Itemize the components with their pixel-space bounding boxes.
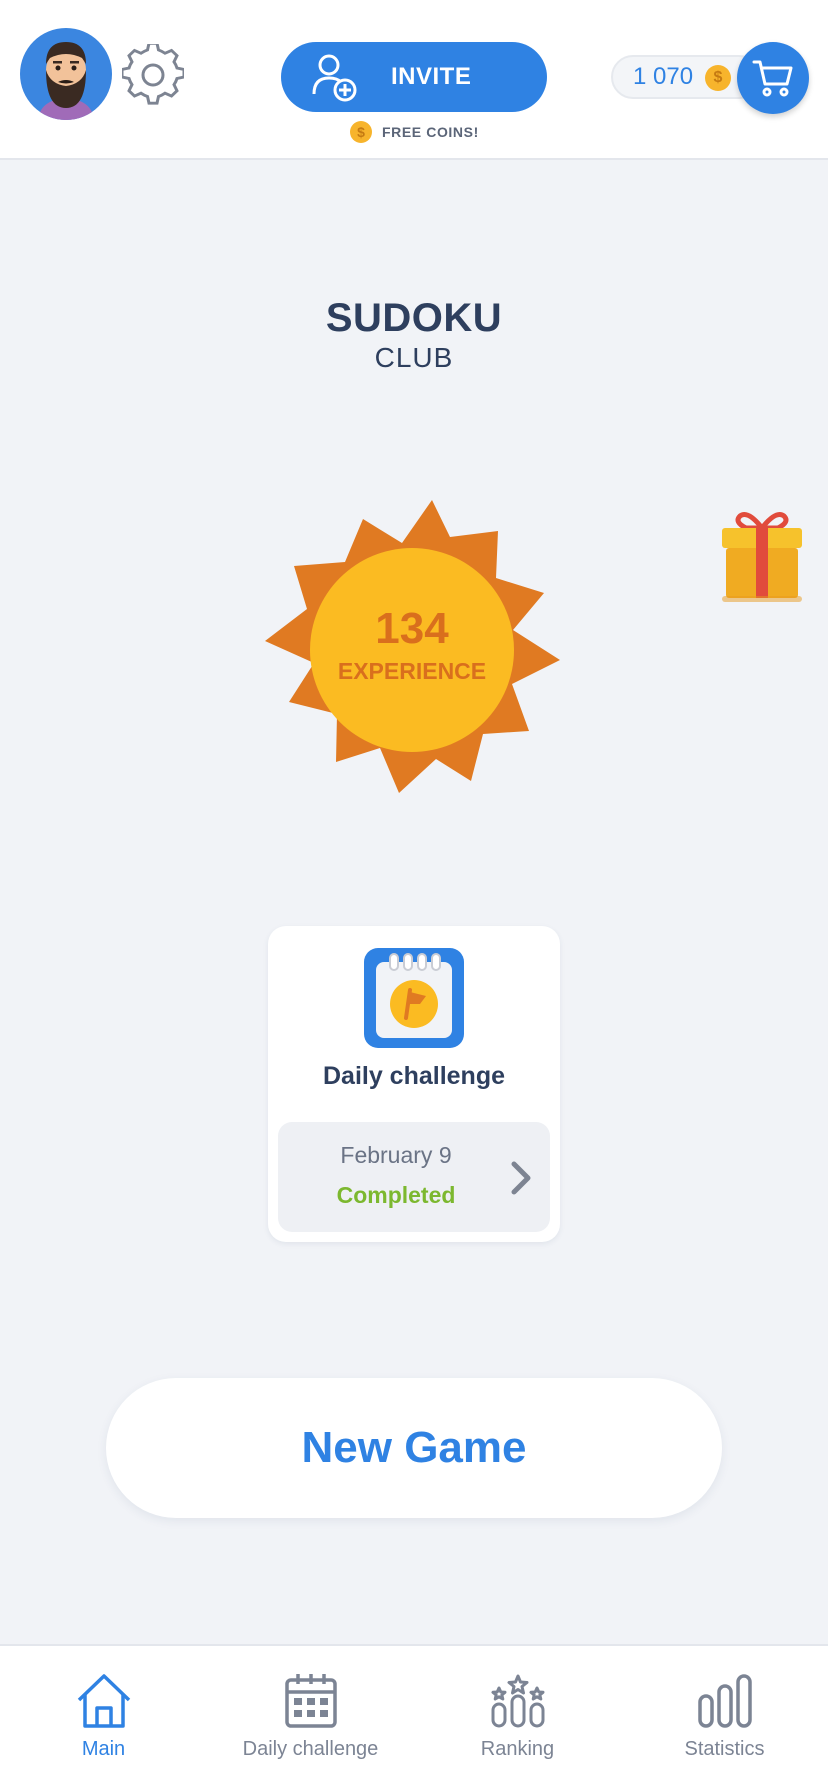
coin-icon: $ xyxy=(705,65,731,91)
nav-label-ranking: Ranking xyxy=(480,1738,555,1760)
settings-gear-icon[interactable] xyxy=(120,41,186,106)
ranking-icon xyxy=(491,1674,545,1728)
nav-item-daily-challenge[interactable]: Daily challenge xyxy=(207,1646,414,1792)
app-subtitle: CLUB xyxy=(374,342,454,373)
challenge-date: February 9 xyxy=(340,1142,452,1168)
chevron-right-icon xyxy=(511,1161,531,1195)
coin-icon: $ xyxy=(350,121,372,143)
gift-icon[interactable] xyxy=(718,506,806,606)
home-icon xyxy=(77,1674,131,1728)
cart-icon xyxy=(752,60,793,97)
avatar[interactable] xyxy=(20,28,112,120)
stats-icon xyxy=(698,1674,752,1728)
experience-label: EXPERIENCE xyxy=(337,658,487,684)
daily-challenge-status-row[interactable]: February 9 Completed xyxy=(278,1122,550,1232)
challenge-status: Completed xyxy=(336,1182,456,1208)
coin-balance-value: 1 070 xyxy=(633,63,694,90)
daily-challenge-title: Daily challenge xyxy=(322,1062,506,1090)
calendar-flag-icon xyxy=(364,948,464,1048)
free-coins-label: FREE COINS! xyxy=(382,124,479,140)
new-game-button[interactable]: New Game xyxy=(106,1378,722,1518)
cart-button[interactable] xyxy=(737,42,809,114)
nav-label-main: Main xyxy=(81,1738,126,1760)
nav-label-daily-challenge: Daily challenge xyxy=(242,1738,379,1760)
nav-item-statistics[interactable]: Statistics xyxy=(621,1646,828,1792)
free-coins-promo[interactable]: $ FREE COINS! xyxy=(350,120,479,144)
top-bar: INVITE $ FREE COINS! 1 070 $ xyxy=(0,0,828,160)
app-title: SUDOKU xyxy=(325,296,503,340)
experience-value: 134 xyxy=(375,604,449,653)
invite-label: INVITE xyxy=(391,63,472,90)
daily-challenge-card[interactable]: Daily challenge February 9 Completed xyxy=(268,926,560,1242)
nav-label-statistics: Statistics xyxy=(684,1738,765,1760)
nav-item-main[interactable]: Main xyxy=(0,1646,207,1792)
invite-button[interactable]: INVITE xyxy=(281,42,547,112)
nav-item-ranking[interactable]: Ranking xyxy=(414,1646,621,1792)
calendar-icon xyxy=(285,1674,337,1728)
bottom-navigation: Main Daily challenge Ranking Statistics xyxy=(0,1644,828,1792)
add-user-icon xyxy=(311,52,359,102)
